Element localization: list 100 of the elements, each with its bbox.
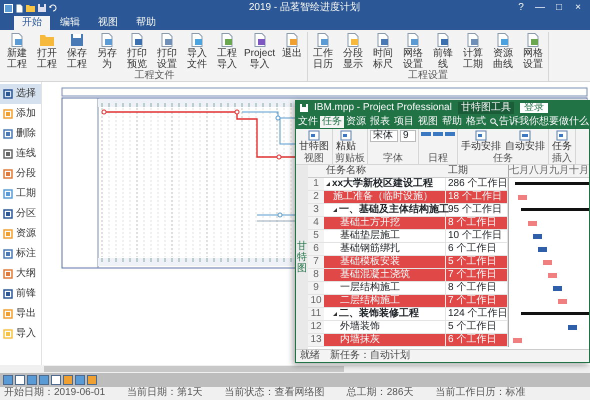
ribbon-button[interactable]: 保存工程 (62, 32, 92, 70)
ribbon-tab[interactable]: 开始 (14, 16, 50, 30)
ribbon-tab[interactable]: 资源 (344, 116, 368, 128)
ribbon-button[interactable]: 新建工程 (2, 32, 32, 70)
gantt-bar (518, 195, 527, 200)
ribbon-button[interactable]: 另存为 (92, 32, 122, 70)
task-name-cell: 基础土方开挖 (324, 217, 446, 230)
tell-me-field[interactable]: 告诉我你想要做什么 (490, 116, 589, 128)
folder-icon[interactable] (26, 4, 35, 12)
ribbon-tab[interactable]: 帮助 (128, 16, 164, 30)
square-icon (3, 249, 13, 259)
window-control[interactable]: — (532, 2, 548, 14)
context-tab-label: 甘特图工具 (458, 102, 514, 114)
ribbon-button[interactable]: 打印设置 (152, 32, 182, 70)
gantt-bar (528, 221, 537, 226)
status-text: 开始日期：2019-06-01 (4, 387, 106, 400)
ribbon-button[interactable]: 自动安排 (504, 130, 546, 152)
ribbon-button[interactable]: 分段显示 (338, 32, 368, 70)
scrollbar-thumb[interactable] (44, 366, 344, 372)
bar-icon[interactable] (445, 130, 455, 138)
ribbon-button[interactable]: 前锋线 (428, 32, 458, 70)
sidebar-item[interactable]: 分段 (0, 164, 41, 184)
ribbon-tab[interactable]: 项目 (392, 116, 416, 128)
dropdown-field[interactable]: 宋体 (370, 130, 398, 142)
ribbon-tab[interactable]: 任务 (320, 116, 344, 128)
floppy-icon[interactable] (38, 4, 46, 12)
group-label: 字体 (382, 153, 404, 164)
square-icon (3, 269, 13, 279)
ribbon-button[interactable]: Project导入 (242, 32, 278, 70)
sidebar-item[interactable]: 添加 (0, 104, 41, 124)
row-number: 2 (308, 191, 324, 204)
ribbon-button[interactable]: 退出 (277, 32, 308, 70)
row-number: 8 (308, 269, 324, 282)
status-text: 总工期：286天 (346, 387, 414, 400)
window-title: 2019 - 品茗智绘进度计划 (248, 2, 361, 14)
column-header[interactable]: 工期 (446, 165, 508, 178)
gantt-bar (533, 234, 542, 239)
sidebar-item[interactable]: 删除 (0, 124, 41, 144)
ribbon-button[interactable]: 网络设置 (398, 32, 428, 70)
ribbon-tab[interactable]: 报表 (368, 116, 392, 128)
window-control[interactable]: × (570, 2, 586, 14)
ribbon-button[interactable]: 打开工程 (32, 32, 62, 70)
new-file-icon[interactable] (16, 4, 23, 12)
sidebar-item[interactable]: 导出 (0, 304, 41, 324)
ribbon-button[interactable]: 打印预览 (122, 32, 152, 70)
ribbon-tab[interactable]: 视图 (416, 116, 440, 128)
ribbon-button[interactable]: 工程导入 (212, 32, 242, 70)
duration-cell: 8 个工作日 (446, 217, 508, 230)
dropdown-field[interactable]: 9 (400, 130, 416, 142)
group-label: 任务 (492, 153, 514, 164)
ribbon-tab[interactable]: 文件 (296, 116, 320, 128)
ribbon-button[interactable]: 时间标尺 (368, 32, 398, 70)
group-label: 日程 (427, 153, 448, 164)
ribbon-tab[interactable]: 编辑 (52, 16, 88, 30)
status-text: 当前日期：第1天 (127, 387, 203, 400)
view-label: 甘特图 (297, 240, 307, 274)
ribbon-button[interactable]: 甘特图 (298, 130, 330, 152)
bar-icon[interactable] (421, 130, 431, 138)
row-number: 11 (308, 308, 324, 321)
square-icon[interactable] (63, 375, 73, 385)
square-icon (3, 129, 13, 139)
collapse-icon[interactable] (333, 312, 337, 316)
sidebar-item[interactable]: 选择 (0, 84, 41, 104)
undo-icon[interactable] (49, 4, 57, 12)
sidebar-item[interactable]: 分区 (0, 204, 41, 224)
square-icon[interactable] (87, 375, 97, 385)
sidebar-item[interactable]: 连线 (0, 144, 41, 164)
ribbon-button[interactable]: 任务 (551, 130, 573, 152)
sidebar-item[interactable]: 工期 (0, 184, 41, 204)
window-control[interactable]: □ (551, 2, 567, 14)
sidebar-item[interactable]: 导入 (0, 324, 41, 344)
ribbon-tab[interactable]: 格式 (464, 116, 488, 128)
square-icon[interactable] (51, 375, 61, 385)
square-icon (3, 289, 13, 299)
square-icon[interactable] (15, 375, 25, 385)
ribbon-tab[interactable]: 视图 (90, 16, 126, 30)
ribbon-button[interactable]: 网格设置 (518, 32, 548, 70)
task-name-cell: 二层结构施工 (324, 295, 446, 308)
gantt-bar (521, 312, 589, 315)
duration-cell: 7 个工作日 (446, 269, 508, 282)
sidebar-item[interactable]: 标注 (0, 244, 41, 264)
app-icon (4, 4, 13, 12)
floppy-icon[interactable] (300, 104, 308, 112)
column-header[interactable]: 任务名称 (324, 165, 446, 178)
sidebar-item[interactable]: 前锋 (0, 284, 41, 304)
sidebar-item[interactable]: 资源 (0, 224, 41, 244)
bar-icon[interactable] (433, 130, 443, 138)
ribbon-button[interactable]: 手动安排 (460, 130, 502, 152)
ribbon-button[interactable]: 粘贴 (335, 130, 357, 152)
ribbon-button[interactable]: 计算工期 (458, 32, 488, 70)
sidebar-item[interactable]: 大纲 (0, 264, 41, 284)
square-icon (3, 229, 13, 239)
ribbon-tab[interactable]: 帮助 (440, 116, 464, 128)
collapse-icon[interactable] (326, 182, 330, 186)
ribbon-button[interactable]: 导入文件 (182, 32, 212, 70)
ribbon-button[interactable]: 工作日历 (308, 32, 338, 70)
window-control[interactable]: ? (513, 2, 529, 14)
gantt-bar (568, 325, 577, 330)
collapse-icon[interactable] (333, 208, 337, 212)
ribbon-button[interactable]: 资源曲线 (488, 32, 518, 70)
